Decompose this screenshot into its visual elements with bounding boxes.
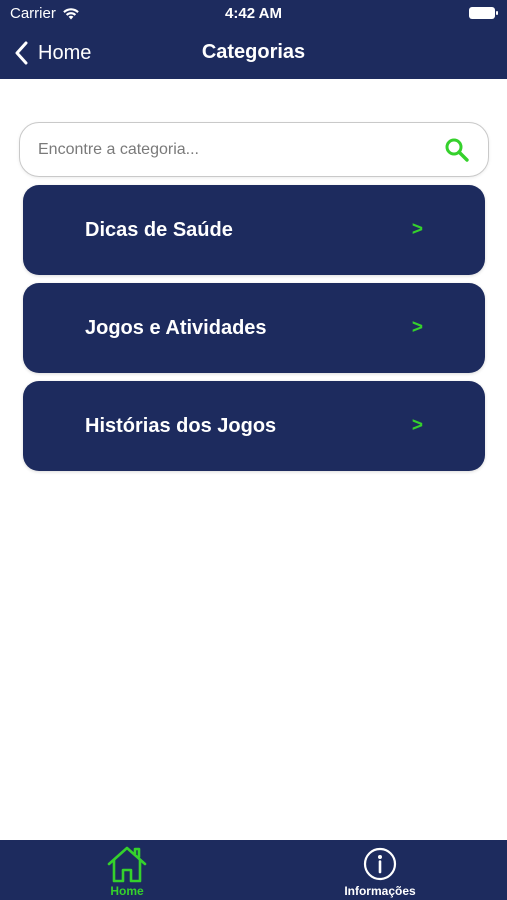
search-input[interactable] [38,123,438,176]
battery-icon [469,7,498,19]
tab-home[interactable]: Home [57,840,197,900]
search-icon[interactable] [444,137,470,163]
category-label: Dicas de Saúde [85,219,233,241]
categories-screen: Carrier 4:42 AM Home Categorias Dicas de… [0,0,507,900]
tab-informacoes-label: Informações [344,884,416,898]
category-card-historias-dos-jogos[interactable]: Histórias dos Jogos > [23,381,485,471]
tab-home-icon-wrap [106,845,148,883]
category-card-dicas-de-saude[interactable]: Dicas de Saúde > [23,185,485,275]
chevron-right-icon: > [411,415,423,436]
chevron-right-icon: > [411,317,423,338]
category-label: Jogos e Atividades [85,317,267,339]
tab-informacoes[interactable]: Informações [310,840,450,900]
top-bar: Carrier 4:42 AM Home Categorias [0,0,507,79]
chevron-right-icon: > [411,219,423,240]
house-icon [107,846,147,883]
tab-bar: Home Informações [0,840,507,900]
page-title: Categorias [201,41,306,63]
info-circle-icon [363,847,397,881]
tab-info-icon-wrap [363,845,397,883]
tab-home-label: Home [110,884,144,898]
category-label: Histórias dos Jogos [85,415,277,437]
status-time: 4:42 AM [225,5,282,22]
search-bar [19,122,489,177]
category-card-jogos-e-atividades[interactable]: Jogos e Atividades > [23,283,485,373]
category-list: Dicas de Saúde > Jogos e Atividades > Hi… [23,185,485,479]
